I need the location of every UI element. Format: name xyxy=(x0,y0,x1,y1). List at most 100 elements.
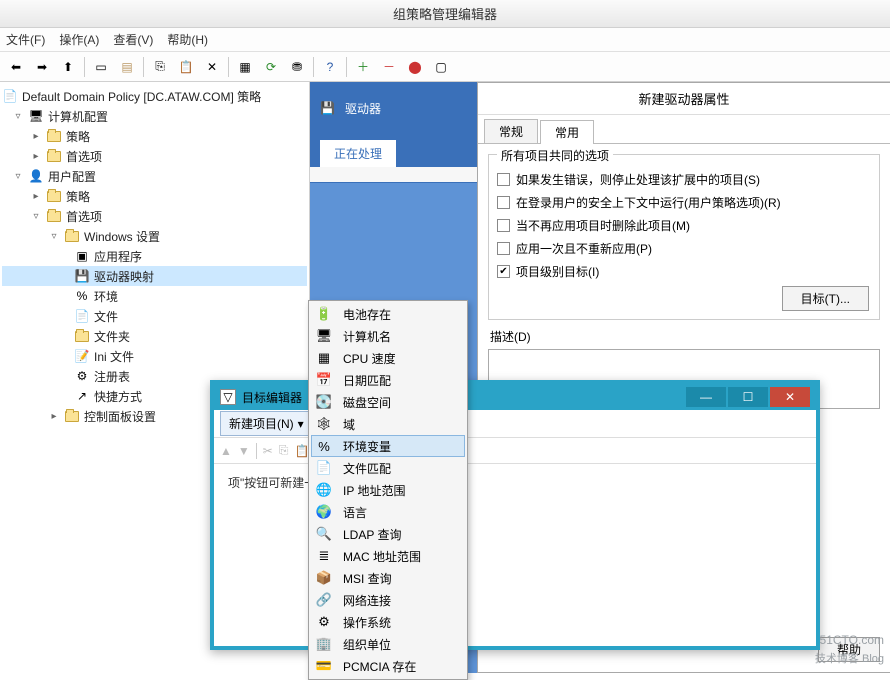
folder-icon xyxy=(46,208,62,224)
context-menu-item[interactable]: 🌐IP 地址范围 xyxy=(311,479,465,501)
close-button[interactable]: ✕ xyxy=(770,387,810,407)
target-button[interactable]: 目标(T)... xyxy=(782,286,869,311)
expander-icon[interactable]: ▿ xyxy=(12,110,24,122)
config-button[interactable]: ▢ xyxy=(429,55,453,79)
delete-button[interactable]: ✕ xyxy=(200,55,224,79)
context-menu-item[interactable]: 🔋电池存在 xyxy=(311,303,465,325)
chk-remove-unused-row[interactable]: 当不再应用项目时删除此项目(M) xyxy=(497,217,871,234)
drive-icon: 💾 xyxy=(74,268,90,284)
menu-help[interactable]: 帮助(H) xyxy=(167,31,208,48)
help-button[interactable]: ? xyxy=(318,55,342,79)
export-button[interactable]: ⛃ xyxy=(285,55,309,79)
context-menu-item[interactable]: 🌍语言 xyxy=(311,501,465,523)
context-menu-item[interactable]: 📅日期匹配 xyxy=(311,369,465,391)
context-menu-item[interactable]: %环境变量 xyxy=(311,435,465,457)
chk-user-context-row[interactable]: 在登录用户的安全上下文中运行(用户策略选项)(R) xyxy=(497,194,871,211)
chk-apply-once-row[interactable]: 应用一次且不重新应用(P) xyxy=(497,240,871,257)
tree-preferences-user[interactable]: ▿ 首选项 xyxy=(2,206,307,226)
checkbox-icon[interactable] xyxy=(497,242,510,255)
expander-icon[interactable]: ▿ xyxy=(30,210,42,222)
context-menu-item[interactable]: 💽磁盘空间 xyxy=(311,391,465,413)
expander-icon[interactable]: ▸ xyxy=(30,130,42,142)
processing-tab[interactable]: 正在处理 xyxy=(320,140,396,167)
help-button[interactable]: 帮助 xyxy=(818,637,880,662)
context-menu-icon: ⚙ xyxy=(315,613,333,631)
copy-button[interactable]: ⎘ xyxy=(148,55,172,79)
cut-button[interactable]: ✂ xyxy=(263,444,273,458)
menu-file[interactable]: 文件(F) xyxy=(6,31,45,48)
checkbox-icon[interactable]: ✔ xyxy=(497,265,510,278)
context-menu-item[interactable]: 🔗网络连接 xyxy=(311,589,465,611)
separator xyxy=(313,57,314,77)
context-menu-icon: 💳 xyxy=(315,657,333,675)
expander-icon[interactable]: ▿ xyxy=(12,170,24,182)
tree-root[interactable]: 📄 Default Domain Policy [DC.ATAW.COM] 策略 xyxy=(2,86,307,106)
menu-action[interactable]: 操作(A) xyxy=(59,31,99,48)
new-item-dropdown[interactable]: 新建项目(N) ▾ xyxy=(220,411,313,436)
tree-files[interactable]: 📄 文件 xyxy=(2,306,307,326)
app-icon: ▣ xyxy=(74,248,90,264)
menu-view[interactable]: 查看(V) xyxy=(113,31,153,48)
folder-icon xyxy=(46,128,62,144)
minimize-button[interactable]: — xyxy=(686,387,726,407)
refresh-button[interactable]: ⟳ xyxy=(259,55,283,79)
tree-environment[interactable]: % 环境 xyxy=(2,286,307,306)
tree-drive-maps[interactable]: 💾 驱动器映射 xyxy=(2,266,307,286)
policy-icon: 📄 xyxy=(2,88,18,104)
expander-icon[interactable]: ▿ xyxy=(48,230,60,242)
tree-applications[interactable]: ▣ 应用程序 xyxy=(2,246,307,266)
chk-item-level-target-row[interactable]: ✔ 项目级别目标(I) xyxy=(497,263,871,280)
tab-common[interactable]: 常用 xyxy=(540,120,594,144)
forward-button[interactable]: ➡ xyxy=(30,55,54,79)
checkbox-icon[interactable] xyxy=(497,173,510,186)
tab-general[interactable]: 常规 xyxy=(484,119,538,143)
context-menu-label: 计算机名 xyxy=(343,328,457,345)
context-menu-item[interactable]: ▦CPU 速度 xyxy=(311,347,465,369)
move-down-button[interactable]: ▼ xyxy=(238,444,250,458)
context-menu-label: 组织单位 xyxy=(343,636,457,653)
remove-button[interactable]: － xyxy=(377,55,401,79)
tree-windows-settings[interactable]: ▿ Windows 设置 xyxy=(2,226,307,246)
context-menu-item[interactable]: ⚙操作系统 xyxy=(311,611,465,633)
list-button[interactable]: ▤ xyxy=(115,55,139,79)
expander-icon[interactable]: ▸ xyxy=(30,150,42,162)
tree-policy-user[interactable]: ▸ 策略 xyxy=(2,186,307,206)
tree-ini-files[interactable]: 📝 Ini 文件 xyxy=(2,346,307,366)
context-menu-item[interactable]: ≣MAC 地址范围 xyxy=(311,545,465,567)
expander-icon[interactable]: ▸ xyxy=(48,410,60,422)
context-menu-item[interactable]: 🕸域 xyxy=(311,413,465,435)
checkbox-icon[interactable] xyxy=(497,196,510,209)
context-menu-item[interactable]: 💳PCMCIA 存在 xyxy=(311,655,465,677)
folder-icon xyxy=(46,188,62,204)
copy-button[interactable]: ⎘ xyxy=(279,443,289,458)
paste-button[interactable]: 📋 xyxy=(174,55,198,79)
folder-icon xyxy=(74,328,90,344)
shortcut-icon: ↗ xyxy=(74,388,90,404)
context-menu-item[interactable]: 🖥计算机名 xyxy=(311,325,465,347)
new-item-label: 新建项目(N) xyxy=(229,415,294,432)
expander-icon[interactable]: ▸ xyxy=(30,190,42,202)
stop-button[interactable]: ⬤ xyxy=(403,55,427,79)
context-menu-item[interactable]: 📦MSI 查询 xyxy=(311,567,465,589)
target-editor-titlebar[interactable]: ▽ 目标编辑器 — ☐ ✕ xyxy=(214,384,816,410)
tree-preferences[interactable]: ▸ 首选项 xyxy=(2,146,307,166)
context-menu-item[interactable]: 📄文件匹配 xyxy=(311,457,465,479)
show-hide-button[interactable]: ▭ xyxy=(89,55,113,79)
chk-stop-on-error-row[interactable]: 如果发生错误，则停止处理该扩展中的项目(S) xyxy=(497,171,871,188)
tree-user-config[interactable]: ▿ 👤 用户配置 xyxy=(2,166,307,186)
context-menu-item[interactable]: 🔍LDAP 查询 xyxy=(311,523,465,545)
tree-policy[interactable]: ▸ 策略 xyxy=(2,126,307,146)
context-menu-item[interactable]: 🏢组织单位 xyxy=(311,633,465,655)
tree-folders[interactable]: 文件夹 xyxy=(2,326,307,346)
maximize-button[interactable]: ☐ xyxy=(728,387,768,407)
chk-label: 如果发生错误，则停止处理该扩展中的项目(S) xyxy=(516,171,760,188)
properties-button[interactable]: ▦ xyxy=(233,55,257,79)
checkbox-icon[interactable] xyxy=(497,219,510,232)
up-button[interactable]: ⬆ xyxy=(56,55,80,79)
back-button[interactable]: ⬅ xyxy=(4,55,28,79)
move-up-button[interactable]: ▲ xyxy=(220,444,232,458)
tree-computer-config[interactable]: ▿ 🖥 计算机配置 xyxy=(2,106,307,126)
description-label: 描述(D) xyxy=(490,328,890,345)
add-button[interactable]: ＋ xyxy=(351,55,375,79)
context-menu-label: 域 xyxy=(343,416,457,433)
